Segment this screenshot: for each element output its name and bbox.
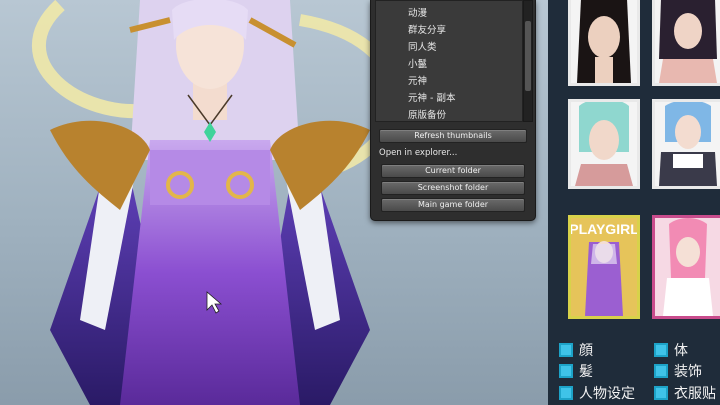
thumbnail-image (655, 0, 720, 83)
character-thumbnail[interactable] (568, 99, 640, 189)
character-thumbnail-selected[interactable]: PLAYGIRL (568, 215, 640, 319)
folder-item-xiaolie[interactable]: 小鬣 (408, 56, 427, 70)
folder-item-yuanshen-copy[interactable]: 元神 - 副本 (408, 90, 455, 104)
accessories-checkbox[interactable] (654, 364, 668, 378)
character-thumbnail[interactable] (652, 215, 720, 319)
option-accessories[interactable]: 装饰 (654, 361, 702, 381)
character-settings-label: 人物设定 (579, 386, 635, 402)
main-game-folder-button[interactable]: Main game folder (381, 198, 525, 212)
body-label: 体 (674, 343, 688, 359)
option-body[interactable]: 体 (654, 340, 688, 360)
option-face[interactable]: 顔 (559, 340, 593, 360)
option-clothing[interactable]: 衣服贴 (654, 383, 716, 403)
refresh-thumbnails-button[interactable]: Refresh thumbnails (379, 129, 527, 143)
folder-scrollbar[interactable] (523, 0, 533, 122)
folder-item-doujin[interactable]: 同人类 (408, 39, 437, 53)
thumbnail-image (571, 102, 637, 186)
folder-panel: 动漫 群友分享 同人类 小鬣 元神 元神 - 副本 原版备份 Refresh t… (370, 0, 536, 221)
current-folder-button[interactable]: Current folder (381, 164, 525, 178)
thumbnail-image (655, 102, 720, 186)
character-thumbnail[interactable] (652, 0, 720, 86)
clothing-checkbox[interactable] (654, 386, 668, 400)
character-settings-checkbox[interactable] (559, 386, 573, 400)
folder-item-group-share[interactable]: 群友分享 (408, 22, 446, 36)
screenshot-folder-button[interactable]: Screenshot folder (381, 181, 525, 195)
open-in-explorer-label: Open in explorer... (379, 148, 458, 158)
accessories-label: 装饰 (674, 364, 702, 380)
character-thumbnail[interactable] (652, 99, 720, 189)
folder-item-anime[interactable]: 动漫 (408, 5, 427, 19)
thumbnail-image (655, 218, 720, 316)
thumbnail-grid: PLAYGIRL 顔 体 髪 装饰 人物设定 衣服贴 (548, 0, 720, 405)
folder-item-yuanshen[interactable]: 元神 (408, 73, 427, 87)
scrollbar-thumb[interactable] (525, 21, 531, 91)
folder-list[interactable]: 动漫 群友分享 同人类 小鬣 元神 元神 - 副本 原版备份 (375, 0, 523, 122)
character-thumbnail[interactable] (568, 0, 640, 86)
hair-checkbox[interactable] (559, 364, 573, 378)
body-checkbox[interactable] (654, 343, 668, 357)
folder-item-original-backup[interactable]: 原版备份 (408, 107, 446, 121)
hair-label: 髪 (579, 364, 593, 380)
thumbnail-image (571, 0, 637, 83)
option-character-settings[interactable]: 人物设定 (559, 383, 635, 403)
face-checkbox[interactable] (559, 343, 573, 357)
option-hair[interactable]: 髪 (559, 361, 593, 381)
thumbnail-image: PLAYGIRL (571, 218, 637, 316)
clothing-label: 衣服贴 (674, 386, 716, 402)
face-label: 顔 (579, 343, 593, 359)
magazine-title: PLAYGIRL (571, 221, 637, 237)
